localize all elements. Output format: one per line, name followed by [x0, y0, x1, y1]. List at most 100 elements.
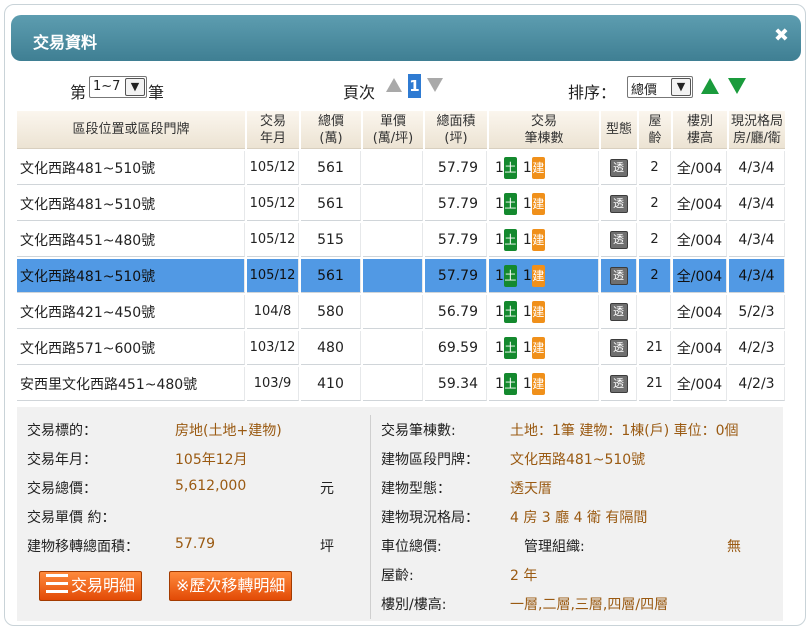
cell-floor: 全/004	[673, 223, 727, 257]
transfer-history-label: ※歷次移轉明細	[176, 576, 286, 595]
land-count: 1	[495, 195, 504, 212]
townhouse-icon: 透	[609, 302, 628, 321]
area-unit: 坪	[320, 539, 334, 555]
col-age[interactable]: 屋齡	[639, 111, 671, 149]
cell-count: 1土 1建	[489, 259, 599, 293]
transaction-detail-button[interactable]: 交易明細	[39, 571, 143, 601]
transaction-detail-label: 交易明細	[71, 576, 136, 595]
col-total-price[interactable]: 總價 (萬)	[301, 111, 361, 149]
townhouse-icon: 透	[609, 374, 628, 393]
col-count[interactable]: 交易 筆棟數	[489, 111, 599, 149]
transaction-table: 區段位置或區段門牌 交易 年月 總價 (萬) 單價 (萬/坪) 總面積 (坪) 交易 筆棟…	[15, 109, 787, 403]
cell-total-area: 59.34	[425, 367, 487, 401]
chevron-down-icon: ▼	[671, 78, 691, 96]
cell-address: 文化西路481~510號	[17, 151, 245, 185]
cell-layout: 5/2/3	[729, 295, 785, 329]
building-count: 1	[522, 231, 532, 248]
prev-page-icon[interactable]	[386, 78, 402, 92]
land-badge-icon: 土	[503, 156, 517, 179]
building-badge-icon: 建	[531, 372, 545, 395]
title-bar: 交易資料 ✖	[11, 15, 801, 61]
col-year-month[interactable]: 交易 年月	[247, 111, 299, 149]
sort-select-value: 總價	[631, 83, 658, 98]
transfer-history-button[interactable]: ※歷次移轉明細	[169, 571, 293, 601]
col-total-area[interactable]: 總面積 (坪)	[425, 111, 487, 149]
land-badge-icon: 土	[503, 192, 517, 215]
close-icon[interactable]: ✖	[774, 25, 789, 46]
cell-year-month: 104/8	[247, 295, 299, 329]
building-type-label: 建物型態：	[381, 481, 451, 497]
col-address[interactable]: 區段位置或區段門牌	[17, 111, 245, 149]
layout-label: 建物現況格局：	[381, 510, 479, 526]
ym-value: 105年12月	[175, 452, 248, 468]
sort-select[interactable]: 總價 ▼	[627, 76, 693, 98]
land-badge-icon: 土	[503, 264, 517, 287]
cell-type: 透	[601, 151, 637, 185]
cell-count: 1土 1建	[489, 187, 599, 221]
cell-year-month: 105/12	[247, 151, 299, 185]
ym-label: 交易年月：	[27, 452, 97, 468]
table-row[interactable]: 文化西路481~510號 105/12 561 57.79 1土 1建透 2 全/004 4/3…	[17, 151, 785, 185]
cell-year-month: 103/9	[247, 367, 299, 401]
land-count: 1	[495, 231, 504, 248]
townhouse-icon: 透	[609, 338, 628, 357]
current-page[interactable]: 1	[408, 74, 421, 98]
cell-age: 21	[639, 331, 671, 365]
table-row[interactable]: 文化西路571~600號 103/12 480 69.59 1土 1建透 21 全/004 4/…	[17, 331, 785, 365]
cell-age: 2	[639, 259, 671, 293]
townhouse-icon: 透	[609, 194, 628, 213]
cell-count: 1土 1建	[489, 295, 599, 329]
table-row[interactable]: 文化西路481~510號 105/12 561 57.79 1土 1建透 2 全/004 4/3…	[17, 187, 785, 221]
col-type[interactable]: 型態	[601, 111, 637, 149]
total-label: 交易總價：	[27, 481, 97, 497]
building-count: 1	[522, 375, 532, 392]
range-select[interactable]: 1~7 ▼	[89, 76, 147, 98]
page-label: 頁次	[343, 83, 376, 102]
building-type-value: 透天厝	[510, 481, 552, 497]
cell-total-price: 580	[301, 295, 361, 329]
table-row[interactable]: 安西里文化西路451~480號 103/9 410 59.34 1土 1建透 21 全/004…	[17, 367, 785, 401]
next-page-icon[interactable]	[427, 78, 443, 92]
sort-descending-icon[interactable]	[728, 78, 746, 94]
cell-total-area: 57.79	[425, 259, 487, 293]
table-header-row: 區段位置或區段門牌 交易 年月 總價 (萬) 單價 (萬/坪) 總面積 (坪) 交易 筆棟…	[17, 111, 785, 149]
cell-age: 2	[639, 187, 671, 221]
cell-age: 2	[639, 151, 671, 185]
cell-type: 透	[601, 295, 637, 329]
cell-layout: 4/3/4	[729, 259, 785, 293]
table-row[interactable]: 文化西路451~480號 105/12 515 57.79 1土 1建透 2 全/004 4/3…	[17, 223, 785, 257]
floor-value: 一層,二層,三層,四層/四層	[510, 597, 669, 613]
cell-total-area: 69.59	[425, 331, 487, 365]
cell-age: 2	[639, 223, 671, 257]
total-unit: 元	[320, 481, 334, 497]
table-row[interactable]: 文化西路481~510號 105/12 561 57.79 1土 1建透 2 全/004 4/3…	[17, 259, 785, 293]
sort-ascending-icon[interactable]	[701, 78, 719, 94]
building-count: 1	[522, 195, 532, 212]
range-suffix: 筆	[148, 83, 165, 102]
toolbar: 第 1~7 ▼ 筆 頁次 1 排序： 總價 ▼	[5, 67, 805, 105]
cell-floor: 全/004	[673, 151, 727, 185]
target-value: 房地(土地+建物)	[175, 423, 282, 439]
cell-year-month: 105/12	[247, 259, 299, 293]
cell-floor: 全/004	[673, 187, 727, 221]
count-value: 土地：1筆 建物：1棟(戶) 車位：0個	[510, 423, 739, 439]
col-layout[interactable]: 現況格局 房/廳/衛	[729, 111, 785, 149]
building-badge-icon: 建	[531, 264, 545, 287]
cell-age: 21	[639, 367, 671, 401]
cell-type: 透	[601, 187, 637, 221]
cell-unit-price	[363, 223, 423, 257]
cell-total-area: 57.79	[425, 151, 487, 185]
cell-type: 透	[601, 259, 637, 293]
cell-unit-price	[363, 187, 423, 221]
land-count: 1	[495, 159, 504, 176]
cell-unit-price	[363, 331, 423, 365]
land-badge-icon: 土	[503, 372, 517, 395]
cell-year-month: 103/12	[247, 331, 299, 365]
cell-age	[639, 295, 671, 329]
land-badge-icon: 土	[503, 228, 517, 251]
table-row[interactable]: 文化西路421~450號 104/8 580 56.79 1土 1建透全/004 5/2/3	[17, 295, 785, 329]
col-unit-price[interactable]: 單價 (萬/坪)	[363, 111, 423, 149]
cell-floor: 全/004	[673, 331, 727, 365]
cell-unit-price	[363, 151, 423, 185]
col-floor[interactable]: 樓別 樓高	[673, 111, 727, 149]
